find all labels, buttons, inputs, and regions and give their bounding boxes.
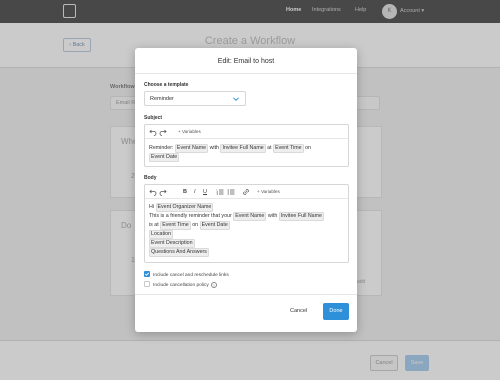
underline-button[interactable]: U	[203, 188, 207, 196]
subject-text: on	[305, 145, 311, 151]
variable-token[interactable]: Location	[149, 230, 174, 239]
checkbox-checked[interactable]	[144, 271, 150, 277]
subject-text: Reminder:	[149, 145, 174, 151]
include-cancel-reschedule-option[interactable]: Include cancel and reschedule links	[144, 271, 229, 278]
body-variables-button[interactable]: + Variables	[257, 189, 280, 194]
body-text: with	[267, 213, 278, 219]
body-line-5: Event Description	[149, 239, 195, 248]
body-label: Body	[144, 175, 157, 181]
link-icon[interactable]	[242, 188, 250, 196]
ordered-list-icon[interactable]	[216, 188, 224, 196]
redo-icon[interactable]	[159, 128, 167, 136]
body-text: This is a friendly reminder that your	[149, 213, 232, 219]
body-text: is at	[149, 222, 159, 228]
modal-footer: Cancel Done	[135, 294, 357, 332]
template-select[interactable]: Reminder	[144, 91, 246, 106]
subject-editor[interactable]: + Variables Reminder: Event Name with In…	[144, 124, 349, 167]
include-cancellation-policy-option[interactable]: Include cancellation policy?	[144, 281, 217, 288]
italic-button[interactable]: I	[194, 188, 196, 196]
variable-token[interactable]: Event Name	[174, 144, 209, 153]
body-line-3: is at Event Time on Event Date	[149, 221, 230, 230]
variable-token[interactable]: Event Organizer Name	[155, 203, 214, 212]
subject-line-1: Reminder: Event Name with Invitee Full N…	[149, 144, 311, 153]
variable-token[interactable]: Invitee Full Name	[220, 144, 266, 153]
body-line-1: Hi Event Organizer Name	[149, 203, 214, 212]
checkbox-unchecked[interactable]	[144, 281, 150, 287]
subject-line-2: Event Date	[149, 153, 180, 162]
subject-toolbar: + Variables	[145, 125, 348, 139]
help-icon[interactable]: ?	[210, 282, 217, 288]
chevron-down-icon	[233, 97, 239, 102]
variable-token[interactable]: Event Date	[199, 221, 230, 230]
variable-token[interactable]: Event Description	[149, 239, 195, 248]
variable-token[interactable]: Event Date	[149, 153, 180, 162]
modal-title: Edit: Email to host	[135, 48, 357, 74]
template-select-value: Reminder	[150, 95, 174, 102]
bullet-list-icon[interactable]	[227, 188, 235, 196]
modal-cancel-button[interactable]: Cancel	[290, 308, 307, 314]
checkbox-label: Include cancellation policy	[153, 283, 209, 288]
subject-text: at	[267, 145, 272, 151]
undo-icon[interactable]	[149, 188, 157, 196]
body-line-2: This is a friendly reminder that your Ev…	[149, 212, 324, 221]
variable-token[interactable]: Invitee Full Name	[278, 212, 324, 221]
subject-text: with	[209, 145, 219, 151]
body-line-6: Questions And Answers	[149, 248, 209, 257]
variable-token[interactable]: Event Time	[160, 221, 191, 230]
modal-done-button[interactable]: Done	[323, 303, 349, 320]
edit-email-modal: Edit: Email to host Choose a template Re…	[135, 48, 357, 332]
body-line-4: Location	[149, 230, 174, 239]
redo-icon[interactable]	[159, 188, 167, 196]
body-editor[interactable]: B I U + Variables Hi Event Organizer Nam…	[144, 184, 349, 263]
undo-icon[interactable]	[149, 128, 157, 136]
variable-token[interactable]: Event Name	[233, 212, 267, 221]
variable-token[interactable]: Questions And Answers	[149, 248, 209, 257]
checkmark-icon	[144, 272, 150, 276]
subject-label: Subject	[144, 115, 163, 121]
body-text: on	[192, 222, 199, 228]
checkbox-label: Include cancel and reschedule links	[153, 273, 229, 278]
subject-variables-button[interactable]: + Variables	[178, 129, 201, 134]
variable-token[interactable]: Event Time	[273, 144, 304, 153]
body-text: Hi	[149, 204, 155, 210]
bold-button[interactable]: B	[183, 188, 187, 196]
template-label: Choose a template	[144, 82, 189, 88]
body-toolbar: B I U + Variables	[145, 185, 348, 199]
